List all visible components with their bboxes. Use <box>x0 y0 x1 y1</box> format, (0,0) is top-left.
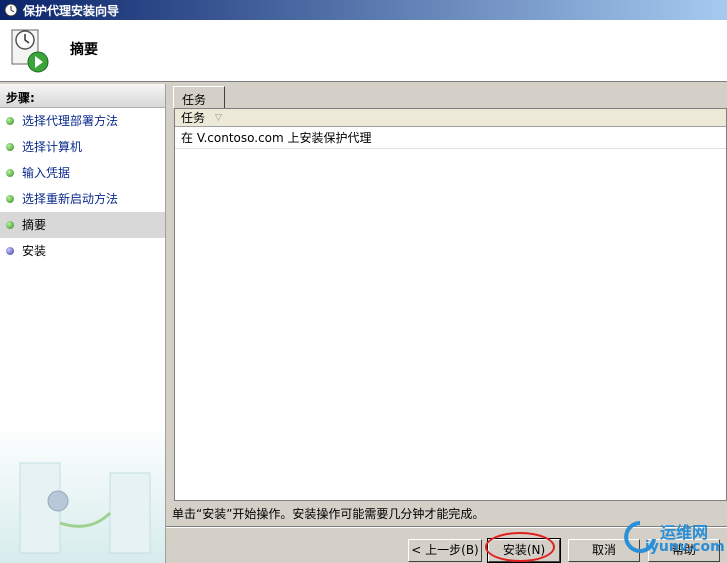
step-enter-credentials[interactable]: 输入凭据 <box>0 160 165 186</box>
tab-label: 任务 <box>182 93 207 107</box>
step-install[interactable]: 安装 <box>0 238 165 264</box>
help-button[interactable]: 帮助 <box>648 539 720 562</box>
column-header-task[interactable]: 任务 ▽ <box>175 109 726 127</box>
steps-sidebar: 步骤: 选择代理部署方法 选择计算机 输入凭据 选择重新启动方法 摘要 安装 <box>0 84 166 563</box>
wizard-header: 摘要 <box>0 20 727 82</box>
column-header-label: 任务 <box>181 111 206 125</box>
task-list: 任务 ▽ 在 V.contoso.com 上安装保护代理 <box>174 108 727 501</box>
divider <box>166 526 727 528</box>
cancel-button[interactable]: 取消 <box>568 539 640 562</box>
step-label: 选择代理部署方法 <box>22 114 119 128</box>
table-row[interactable]: 在 V.contoso.com 上安装保护代理 <box>175 127 726 149</box>
window-titlebar: 保护代理安装向导 <box>0 0 727 20</box>
step-label: 选择计算机 <box>22 140 83 154</box>
status-text: 单击“安装”开始操作。安装操作可能需要几分钟才能完成。 <box>172 507 485 521</box>
sort-down-icon: ▽ <box>215 112 222 123</box>
window-title: 保护代理安装向导 <box>23 3 120 18</box>
step-select-deploy-method[interactable]: 选择代理部署方法 <box>0 108 165 134</box>
back-button[interactable]: < 上一步(B) <box>408 539 482 562</box>
servers-illustration <box>0 423 165 563</box>
page-title: 摘要 <box>70 42 98 58</box>
wizard-clock-icon <box>4 3 18 17</box>
install-button[interactable]: 安装(N) <box>487 538 561 563</box>
step-summary[interactable]: 摘要 <box>0 212 165 238</box>
scheduled-install-icon <box>10 26 52 74</box>
step-label: 安装 <box>22 244 47 258</box>
tab-strip: 任务 <box>170 86 727 108</box>
tab-tasks[interactable]: 任务 <box>173 86 225 108</box>
step-select-computers[interactable]: 选择计算机 <box>0 134 165 160</box>
step-select-restart-method[interactable]: 选择重新启动方法 <box>0 186 165 212</box>
step-label: 选择重新启动方法 <box>22 192 119 206</box>
step-label: 输入凭据 <box>22 166 71 180</box>
step-label: 摘要 <box>22 218 47 232</box>
steps-heading: 步骤: <box>0 84 165 108</box>
row-text: 在 V.contoso.com 上安装保护代理 <box>181 131 372 145</box>
